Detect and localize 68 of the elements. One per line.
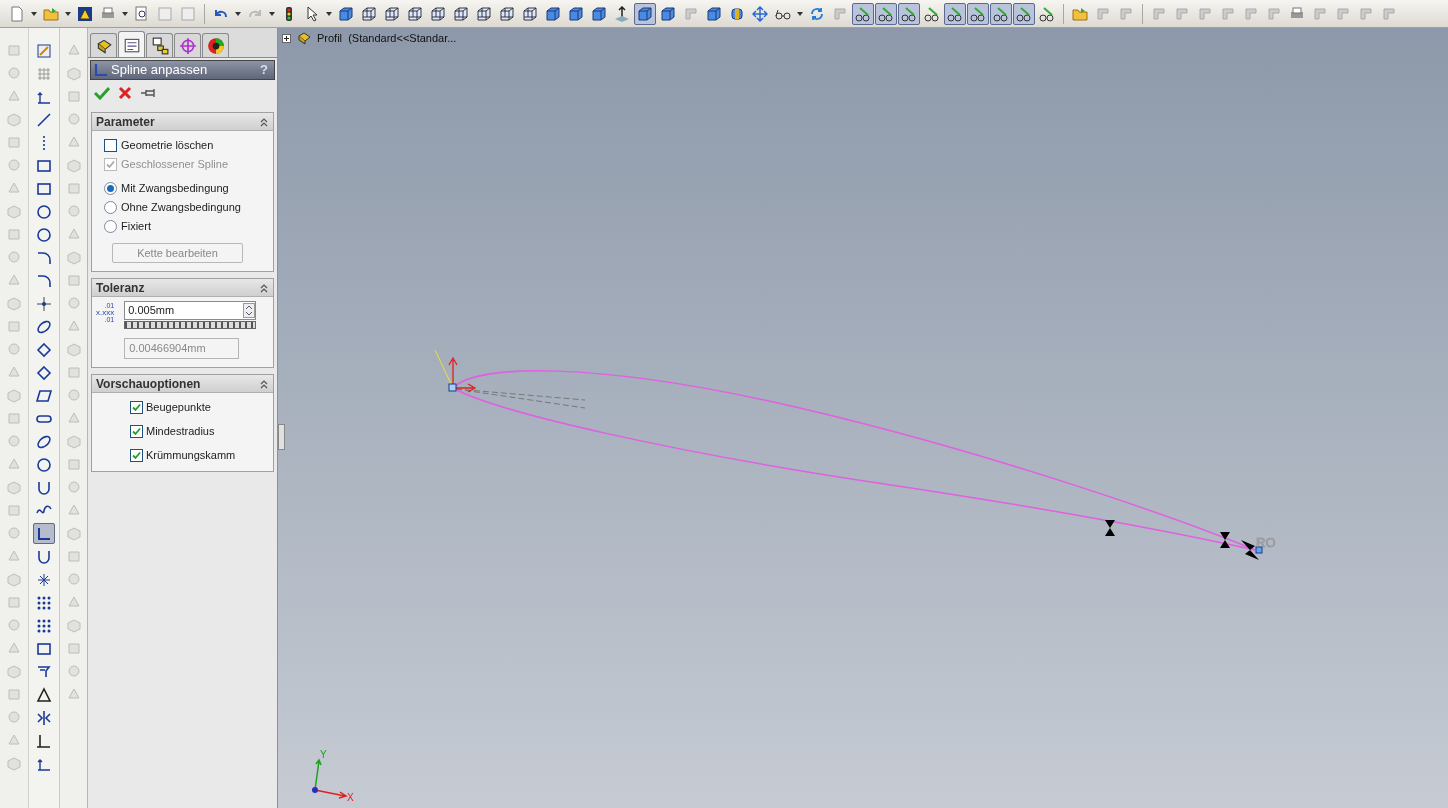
- option-label: Geometrie löschen: [121, 138, 214, 154]
- part-icon: [295, 30, 313, 47]
- group-title: Toleranz: [96, 279, 145, 297]
- checkbox[interactable]: [130, 400, 143, 414]
- group-title: Parameter: [96, 113, 155, 131]
- close-icon[interactable]: [118, 86, 132, 100]
- collapse-icon[interactable]: [259, 282, 269, 293]
- checkbox[interactable]: [130, 448, 143, 462]
- radio-button[interactable]: [104, 201, 117, 214]
- caret-icon[interactable]: [122, 11, 128, 16]
- relation-icon[interactable]: [944, 2, 966, 25]
- panel-tab[interactable]: [118, 31, 145, 57]
- axis-triad-drawing: [312, 758, 348, 799]
- checkmark-icon: [132, 450, 141, 460]
- spline-fit-icon[interactable]: [33, 523, 55, 544]
- caret-icon[interactable]: [31, 11, 37, 16]
- relation-icon[interactable]: [990, 2, 1012, 25]
- radio-button[interactable]: [104, 182, 117, 195]
- checkmark-icon: [132, 426, 141, 436]
- panel-tab[interactable]: [146, 33, 173, 57]
- collapse-icon[interactable]: [259, 116, 269, 127]
- cube-icon[interactable]: [634, 2, 656, 25]
- thumbwheel[interactable]: [124, 321, 257, 329]
- checkmark-icon: [132, 402, 141, 412]
- checkmark-icon[interactable]: [94, 86, 110, 100]
- caret-icon[interactable]: [65, 11, 71, 16]
- tolerance-input[interactable]: 0.005mm: [124, 301, 257, 320]
- spinner-icon[interactable]: [243, 303, 256, 318]
- relation-icon[interactable]: [967, 2, 989, 25]
- option-label: Mindestradius: [146, 423, 215, 439]
- collapse-icon[interactable]: [259, 378, 269, 389]
- option-label: Geschlossener Spline: [121, 157, 228, 173]
- collapse-handle[interactable]: [278, 424, 285, 450]
- configuration-icon: [150, 36, 169, 55]
- caret-icon[interactable]: [269, 11, 275, 16]
- tolerance-symbol: x.xxx: [96, 309, 115, 316]
- panel-tab[interactable]: [202, 33, 229, 57]
- spline-fit-icon: [94, 63, 108, 77]
- option-label: Mit Zwangsbedingung: [121, 181, 229, 197]
- radio-button[interactable]: [104, 220, 117, 233]
- relation-icon[interactable]: [898, 2, 920, 25]
- color-wheel-icon: [206, 36, 225, 55]
- option-label: Beugepunkte: [146, 399, 211, 415]
- hourglass-icon: [1220, 532, 1230, 548]
- panel-title: Spline anpassen: [111, 61, 209, 80]
- option-label: Fixiert: [121, 219, 151, 235]
- relation-icon[interactable]: [875, 2, 897, 25]
- caret-icon[interactable]: [235, 11, 241, 16]
- handle-axes-drawing[interactable]: [434, 349, 477, 393]
- panel-tab[interactable]: [90, 33, 117, 57]
- axis-label: Y: [320, 749, 327, 760]
- relation-icon[interactable]: [1013, 2, 1035, 25]
- readout-field: 0.00466904mm: [124, 338, 240, 359]
- crosshair-icon: [178, 36, 197, 55]
- checkbox[interactable]: [130, 424, 143, 438]
- hourglass-icon: [1105, 520, 1115, 536]
- caret-icon[interactable]: [326, 11, 332, 16]
- group-title: Vorschauoptionen: [96, 375, 201, 393]
- feature-tree-item[interactable]: Profil (Standard<<Standar...: [317, 30, 457, 47]
- relation-icon[interactable]: [852, 2, 874, 25]
- checkbox[interactable]: [104, 139, 117, 152]
- checkmark-icon: [106, 160, 115, 169]
- option-label: Ohne Zwangsbedingung: [121, 200, 241, 216]
- spline-point[interactable]: [448, 383, 457, 392]
- axis-label: X: [347, 792, 354, 803]
- option-label: Krümmungskamm: [146, 447, 236, 463]
- caret-icon[interactable]: [797, 11, 803, 16]
- expand-icon[interactable]: [282, 33, 291, 43]
